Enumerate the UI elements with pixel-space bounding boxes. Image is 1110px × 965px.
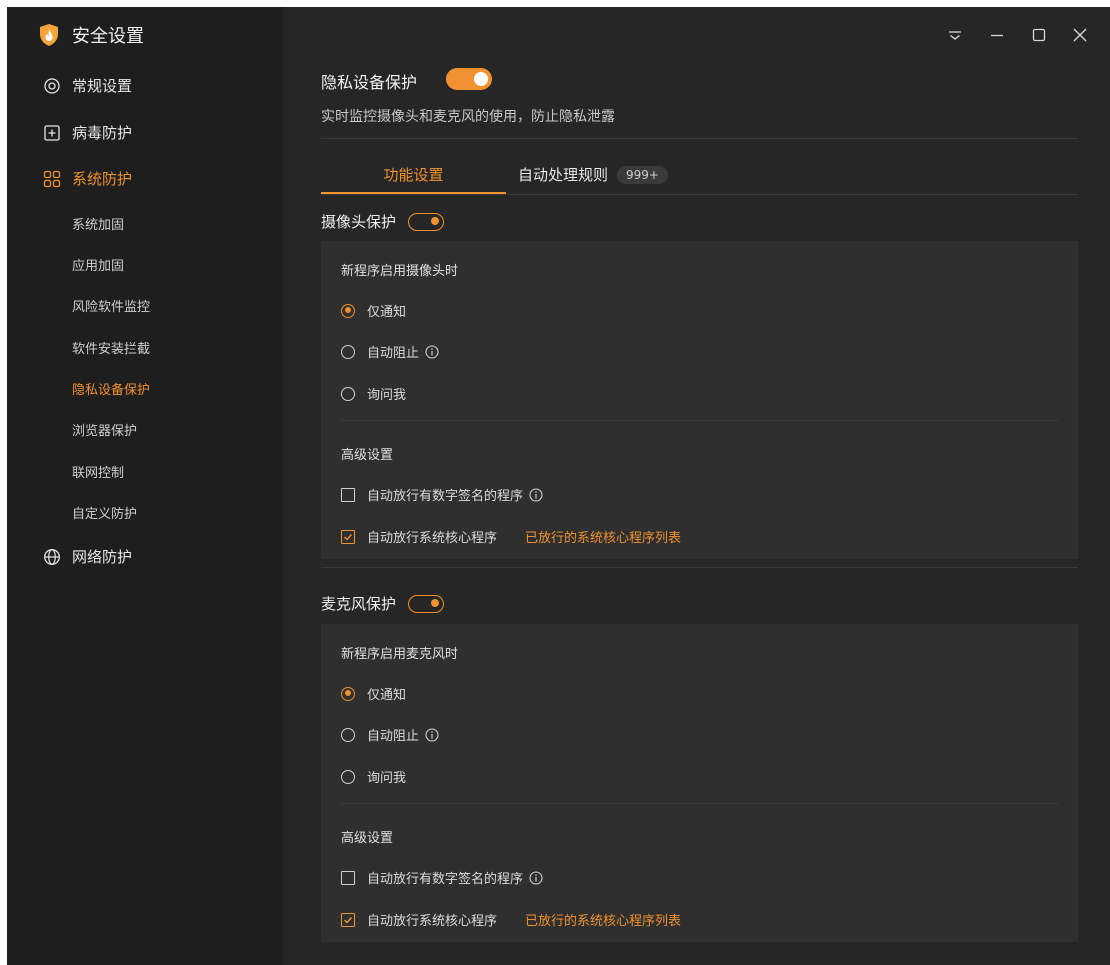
sidebar: 安全设置 常规设置 病毒防护 系统防护 系统加固 应用加固 风险软件监控 软件安… [7,7,283,965]
mic-check-signed[interactable]: 自动放行有数字签名的程序 [341,868,543,887]
settings-window: 安全设置 常规设置 病毒防护 系统防护 系统加固 应用加固 风险软件监控 软件安… [7,7,1110,965]
check-label: 自动放行系统核心程序 [367,531,498,546]
tab-label: 自动处理规则 [518,166,609,184]
privacy-protection-toggle[interactable] [446,68,492,90]
sidebar-item-label: 系统防护 [72,170,133,188]
plus-box-icon [44,124,60,141]
info-icon[interactable] [425,727,439,742]
option-label: 自动阻止 [367,729,420,744]
mic-protection-header: 麦克风保护 [321,593,445,614]
app-title: 安全设置 [72,26,144,47]
radio-button[interactable] [341,386,355,401]
sidebar-item-system[interactable]: 系统防护 [43,168,132,189]
camera-option-block[interactable]: 自动阻止 [341,342,439,361]
camera-check-core[interactable]: 自动放行系统核心程序 已放行的系统核心程序列表 [341,527,681,546]
camera-check-signed[interactable]: 自动放行有数字签名的程序 [341,485,543,504]
sidebar-subitem-risk-software[interactable]: 风险软件监控 [72,296,150,315]
mic-option-block[interactable]: 自动阻止 [341,725,439,744]
camera-advanced-title: 高级设置 [341,448,394,463]
checkbox[interactable] [341,487,355,502]
page-subtitle: 实时监控摄像头和麦克风的使用，防止隐私泄露 [321,109,615,125]
info-icon[interactable] [529,870,543,885]
panel-divider [341,803,1058,804]
sidebar-subitem-network-control[interactable]: 联网控制 [72,462,124,481]
check-label: 自动放行有数字签名的程序 [367,872,524,887]
sidebar-subitem-privacy-device[interactable]: 隐私设备保护 [72,379,150,398]
camera-settings-panel: 新程序启用摄像头时 仅通知 自动阻止 询问我 高级设置 自动放行有数字签名的程序… [321,241,1078,559]
mic-check-core[interactable]: 自动放行系统核心程序 已放行的系统核心程序列表 [341,910,681,929]
camera-option-ask[interactable]: 询问我 [341,384,406,403]
header-divider [321,138,1078,139]
shield-flame-logo-icon [40,24,58,46]
sidebar-item-general[interactable]: 常规设置 [43,75,132,96]
check-label: 自动放行有数字签名的程序 [367,489,524,504]
section-title: 麦克风保护 [321,595,397,613]
main-content: 隐私设备保护 实时监控摄像头和麦克风的使用，防止隐私泄露 功能设置 自动处理规则… [283,7,1110,965]
sidebar-subitem-browser[interactable]: 浏览器保护 [72,420,137,439]
info-icon[interactable] [529,487,543,502]
option-label: 仅通知 [367,305,407,320]
mic-option-ask[interactable]: 询问我 [341,767,406,786]
info-icon[interactable] [425,344,439,359]
check-label: 自动放行系统核心程序 [367,914,498,929]
camera-protection-toggle[interactable] [408,212,445,231]
radio-button[interactable] [341,727,355,742]
app-brand: 安全设置 [38,22,144,48]
core-program-list-link[interactable]: 已放行的系统核心程序列表 [525,527,681,546]
checkbox[interactable] [341,870,355,885]
tab-feature-settings[interactable]: 功能设置 [321,164,506,185]
sidebar-subitem-install-block[interactable]: 软件安装拦截 [72,338,150,357]
option-label: 询问我 [367,771,407,786]
core-program-list-link[interactable]: 已放行的系统核心程序列表 [525,910,681,929]
tabs-divider [321,194,1078,195]
sidebar-item-label: 常规设置 [72,77,133,95]
grid-icon [43,170,61,187]
sidebar-item-virus[interactable]: 病毒防护 [43,122,132,143]
checkbox[interactable] [341,529,355,544]
camera-option-notify[interactable]: 仅通知 [341,301,406,320]
mic-protection-toggle[interactable] [408,594,445,613]
radio-button[interactable] [341,344,355,359]
sidebar-subitem-app-hardening[interactable]: 应用加固 [72,255,124,274]
sidebar-subitem-custom[interactable]: 自定义防护 [72,503,137,522]
option-label: 自动阻止 [367,346,420,361]
gear-icon [44,77,60,94]
section-title: 摄像头保护 [321,213,397,231]
globe-icon [44,548,60,565]
option-label: 仅通知 [367,688,407,703]
sidebar-item-label: 病毒防护 [72,124,133,142]
checkbox[interactable] [341,912,355,927]
radio-button[interactable] [341,769,355,784]
mic-settings-panel: 新程序启用麦克风时 仅通知 自动阻止 询问我 高级设置 自动放行有数字签名的程序… [321,624,1078,942]
checkmark-icon [344,916,353,924]
camera-protection-header: 摄像头保护 [321,211,445,232]
rules-count-badge: 999+ [617,165,668,184]
mic-option-notify[interactable]: 仅通知 [341,684,406,703]
tab-auto-rules[interactable]: 自动处理规则 999+ [518,164,668,185]
option-label: 询问我 [367,388,407,403]
radio-button[interactable] [341,303,355,318]
sidebar-item-label: 网络防护 [72,548,133,566]
camera-question: 新程序启用摄像头时 [341,264,459,279]
mic-question: 新程序启用麦克风时 [341,647,459,662]
page-title: 隐私设备保护 [321,73,418,92]
sidebar-item-network[interactable]: 网络防护 [43,546,132,567]
mic-advanced-title: 高级设置 [341,831,394,846]
panel-divider [341,420,1058,421]
radio-button[interactable] [341,686,355,701]
section-divider [321,567,1078,568]
checkmark-icon [344,533,353,541]
sidebar-subitem-system-hardening[interactable]: 系统加固 [72,214,124,233]
